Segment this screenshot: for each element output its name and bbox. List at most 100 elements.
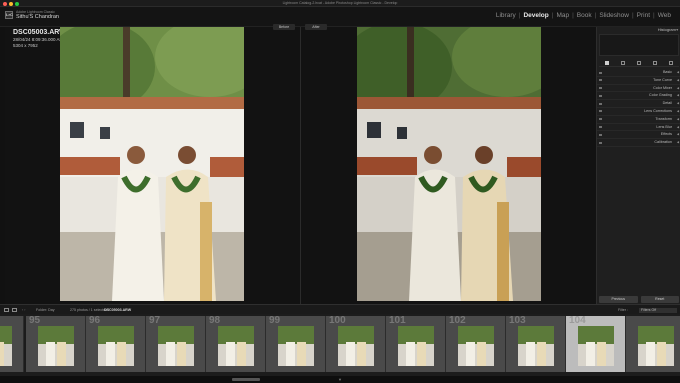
photo-filename: DSC05003.ARW — [13, 29, 66, 36]
filmstrip-cell[interactable]: 101 — [386, 316, 446, 372]
grid-view-icon[interactable] — [4, 308, 9, 312]
section-label: Lens Corrections — [644, 108, 672, 113]
filmstrip-cell[interactable]: 103 — [506, 316, 566, 372]
cell-number: 104 — [569, 316, 586, 326]
section-label: Color Mixer — [653, 85, 672, 90]
filmstrip-cell[interactable]: 102 — [446, 316, 506, 372]
section-detail[interactable]: Detail ◀ — [597, 100, 680, 108]
photo-datetime: 28/04/24 8:09:36.000 AM — [13, 37, 64, 42]
histogram-tool-icon[interactable] — [605, 60, 609, 65]
filmstrip-thumbnail — [578, 326, 614, 366]
section-switch[interactable] — [599, 110, 602, 113]
panel-buttons: Previous Reset — [599, 296, 679, 303]
section-color-grading[interactable]: Color Grading ◀ — [597, 92, 680, 101]
window-title: Lightroom Catalog-2.lrcat - Adobe Photos… — [282, 1, 398, 5]
filmstrip-cell[interactable]: 99 — [266, 316, 326, 372]
filmstrip-cell[interactable] — [626, 316, 680, 372]
triangle-down-icon: ◀ — [676, 124, 679, 129]
before-photo[interactable] — [60, 27, 244, 301]
cell-number: 101 — [389, 316, 406, 326]
filmstrip-cell-selected[interactable]: 104 — [566, 316, 626, 372]
filmstrip-cell[interactable]: 95 — [26, 316, 86, 372]
before-after-view: DSC05003.ARW 28/04/24 8:09:36.000 AM 530… — [5, 24, 596, 304]
cell-number: 95 — [29, 316, 41, 326]
triangle-down-icon: ◀ — [676, 132, 679, 137]
section-switch[interactable] — [599, 87, 602, 90]
filmstrip-cell[interactable]: 100 — [326, 316, 386, 372]
filmstrip-thumbnail — [278, 326, 314, 366]
module-bar: LrC Adobe Lightroom Classic Sithu'S Chan… — [0, 7, 680, 27]
section-switch[interactable] — [599, 102, 602, 105]
filmstrip-thumbnail — [338, 326, 374, 366]
triangle-down-icon: ◀ — [676, 140, 679, 145]
section-label: Basic — [662, 70, 672, 74]
section-color-mixer[interactable]: Color Mixer ◀ — [597, 85, 680, 93]
filmstrip-thumbnail — [98, 326, 134, 366]
triangle-down-icon: ◀ — [676, 77, 679, 82]
module-book[interactable]: Book — [576, 12, 593, 19]
reset-button[interactable]: Reset — [640, 296, 679, 303]
module-develop[interactable]: Develop — [522, 12, 549, 19]
loupe-view-icon[interactable] — [12, 308, 17, 312]
section-switch[interactable] — [599, 126, 602, 129]
section-tone-curve[interactable]: Tone Curve ◀ — [597, 77, 680, 85]
module-print[interactable]: Print — [636, 12, 651, 19]
triangle-down-icon: ◀ — [676, 101, 679, 106]
filmstrip-thumbnail — [0, 326, 12, 366]
filmstrip-cell[interactable]: 98 — [206, 316, 266, 372]
section-switch[interactable] — [599, 133, 602, 136]
identity-name: Sithu'S Chandran — [16, 14, 59, 20]
cell-number: 98 — [209, 316, 221, 326]
module-slideshow[interactable]: Slideshow — [598, 12, 630, 19]
section-effects[interactable]: Effects ◀ — [597, 131, 680, 140]
triangle-down-icon[interactable]: ▼ — [338, 376, 342, 383]
before-label: Before — [273, 24, 295, 30]
filmstrip-scrollbar[interactable]: ▼ — [0, 376, 680, 383]
filmstrip-selected-file: DSC05003.ARW — [104, 308, 132, 312]
filmstrip-cell[interactable]: 97 — [146, 316, 206, 372]
after-photo[interactable] — [357, 27, 541, 301]
triangle-down-icon: ◀ — [676, 116, 679, 121]
scrollbar-thumb[interactable] — [232, 378, 260, 381]
section-switch[interactable] — [599, 94, 602, 97]
section-switch[interactable] — [599, 71, 602, 74]
develop-right-panel: Histogram ▼ Basic ◀ Tone Curve ◀ Color Mix… — [596, 27, 680, 304]
cell-number: 100 — [329, 316, 346, 326]
module-map[interactable]: Map — [555, 12, 570, 19]
section-label: Effects — [660, 132, 672, 137]
section-label: Tone Curve — [653, 77, 672, 82]
filter-dropdown[interactable]: Filters Off — [639, 307, 677, 313]
section-lens-blur[interactable]: Lens Blur ◀ — [597, 124, 680, 132]
identity-plate: LrC Adobe Lightroom Classic Sithu'S Chan… — [5, 10, 59, 20]
triangle-down-icon: ◀ — [676, 108, 679, 113]
section-switch[interactable] — [599, 118, 602, 121]
filmstrip-thumbnail — [638, 326, 674, 366]
redeye-icon[interactable] — [653, 60, 657, 65]
section-transform[interactable]: Transform ◀ — [597, 116, 680, 124]
triangle-down-icon: ◀ — [676, 85, 679, 90]
crop-icon[interactable] — [621, 60, 625, 65]
cell-number: 97 — [149, 316, 161, 326]
cell-number: 102 — [449, 316, 466, 326]
section-label: Color Grading — [649, 93, 672, 98]
section-switch[interactable] — [599, 79, 602, 82]
module-web[interactable]: Web — [657, 12, 672, 19]
histogram-header[interactable]: Histogram — [658, 27, 676, 33]
photo-dimensions: 5304 x 7952 — [13, 42, 38, 48]
section-lens-corrections[interactable]: Lens Corrections ◀ — [597, 108, 680, 116]
histogram-display — [599, 34, 679, 56]
section-switch[interactable] — [599, 141, 602, 144]
masking-icon[interactable] — [669, 60, 673, 65]
heal-icon[interactable] — [637, 60, 641, 65]
module-library[interactable]: Library — [495, 12, 517, 19]
compare-divider — [300, 27, 301, 304]
section-basic[interactable]: Basic ◀ — [597, 69, 680, 77]
tool-strip — [599, 59, 679, 67]
lrc-logo-icon: LrC — [5, 11, 13, 19]
section-calibration[interactable]: Calibration ◀ — [597, 139, 680, 147]
previous-button[interactable]: Previous — [599, 296, 638, 303]
filmstrip-cell[interactable] — [0, 316, 24, 372]
triangle-down-icon[interactable]: ▼ — [676, 27, 679, 33]
filmstrip-cell[interactable]: 96 — [86, 316, 146, 372]
filmstrip-thumbnail — [38, 326, 74, 366]
